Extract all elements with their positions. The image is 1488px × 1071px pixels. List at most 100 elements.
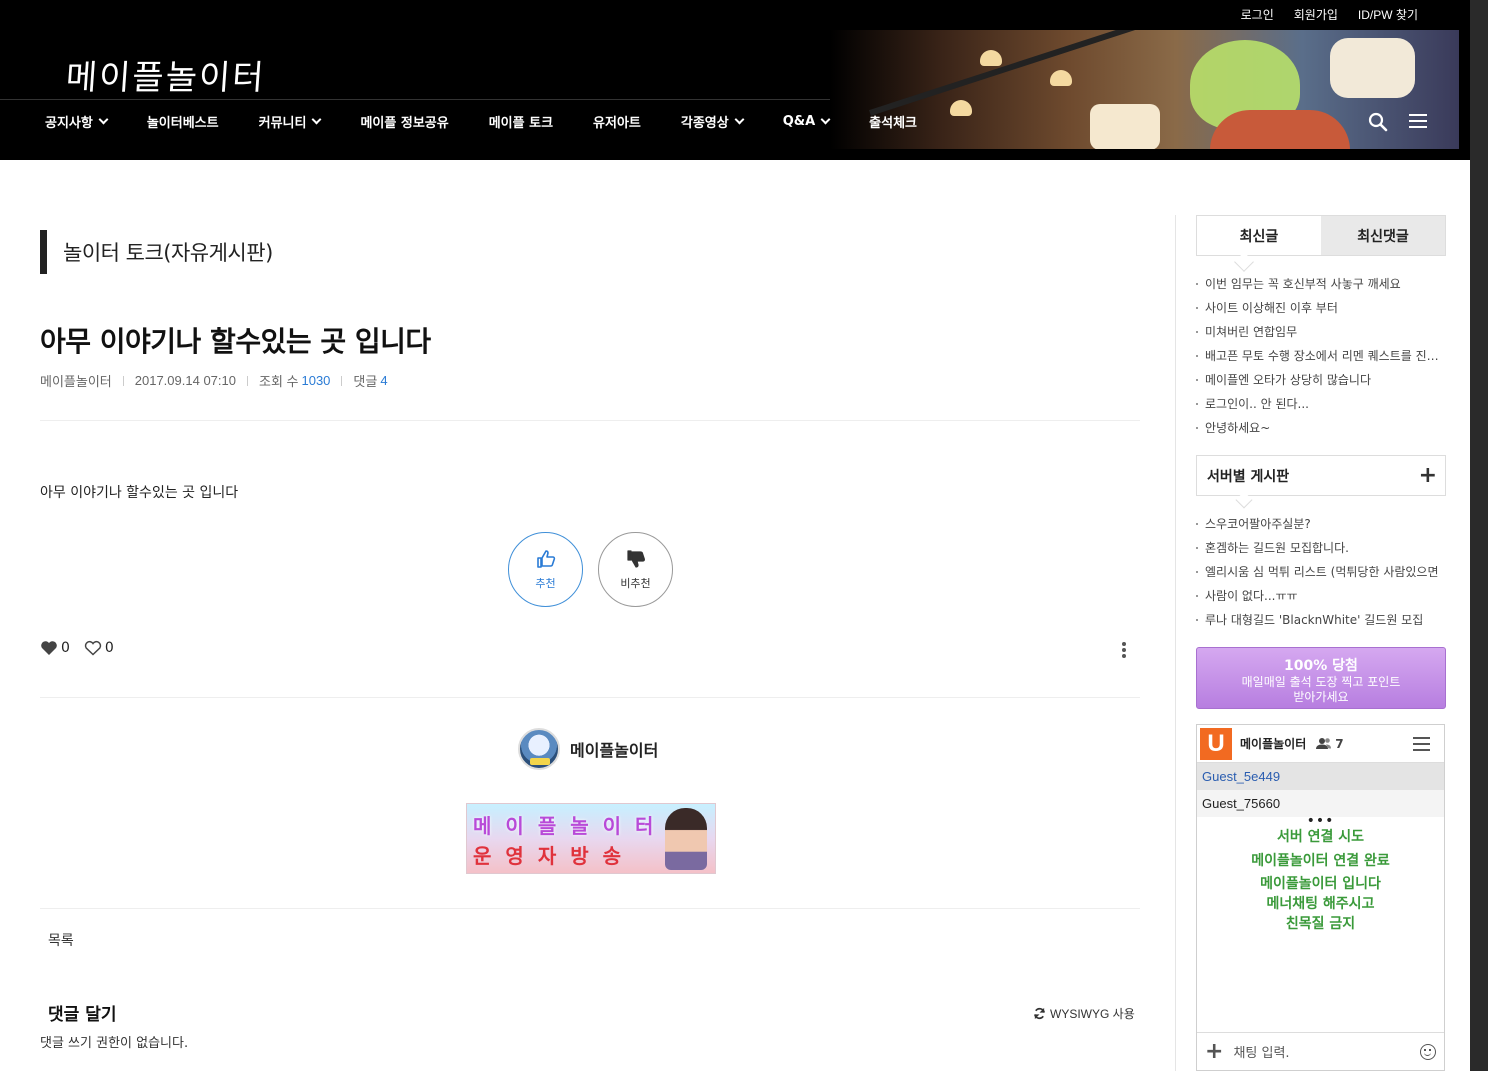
divider [40,420,1140,421]
chat-user-count[interactable]: 7 [1316,737,1344,751]
heart-filled-icon [41,641,57,655]
plus-icon[interactable]: + [1205,1040,1223,1063]
thumbs-up-icon [536,549,555,568]
comments-count[interactable]: 4 [380,373,387,388]
nav-notice[interactable]: 공지사항 [45,112,109,131]
banner-char: 플 [537,814,557,838]
server-board-title[interactable]: 서버별 게시판 [1207,466,1289,486]
login-link[interactable]: 로그인 [1241,6,1274,23]
board-heading: 놀이터 토크(자유게시판) [40,230,273,274]
wysiwyg-toggle[interactable]: WYSIWYG 사용 [1033,1005,1135,1022]
signup-link[interactable]: 회원가입 [1294,6,1338,23]
chat-messages: 서버 연결 시도 메이플놀이터 연결 완료 메이플놀이터 입니다 메너채팅 해주… [1197,827,1444,934]
chat-widget: U 메이플놀이터 7 Guest_5e449 Guest_75660 ••• 서… [1196,724,1445,1071]
downvote-label: 비추천 [620,576,651,590]
typing-dots-icon: ••• [1306,813,1335,829]
nav-videos[interactable]: 각종영상 [680,112,745,131]
author-name[interactable]: 메이플놀이터 [570,737,658,761]
list-item[interactable]: 이번 임무는 꼭 호신부적 사놓구 깨세요 [1196,272,1446,296]
chat-header: U 메이플놀이터 7 [1197,725,1444,763]
chat-input[interactable]: 채팅 입력. [1233,1042,1420,1061]
meta-separator [122,375,124,386]
banner-char: 이 [602,814,622,838]
nav-label: 유저아트 [593,116,641,131]
board-title[interactable]: 놀이터 토크(자유게시판) [63,237,273,267]
refresh-icon [1034,1007,1045,1020]
avatar[interactable] [518,728,560,770]
list-item[interactable]: 엘리시움 심 먹튀 리스트 (먹튀당한 사람있으면 [1196,560,1446,584]
emoji-icon[interactable] [1420,1043,1436,1060]
list-item[interactable]: 사이트 이상해진 이후 부터 [1196,296,1446,320]
wysiwyg-label: WYSIWYG 사용 [1050,1007,1135,1021]
nav-label: 출석체크 [869,116,918,131]
nav-qa[interactable]: Q&A [783,112,831,131]
hamburger-icon[interactable] [1409,114,1427,130]
heart-outline-icon [84,640,102,656]
banner-char: 놀 [570,814,589,838]
meta-separator [246,375,248,386]
chat-message: 메이플놀이터 입니다 [1260,876,1381,892]
tab-latest-posts[interactable]: 최신글 [1197,216,1321,255]
users-icon [1316,738,1332,749]
like-group[interactable]: 0 [40,640,70,656]
hamburger-icon[interactable] [1413,737,1430,755]
unlike-group[interactable]: 0 [84,640,114,656]
list-button[interactable]: 목록 [48,930,74,950]
chevron-down-icon [820,114,831,125]
banner-portrait [665,808,707,870]
tab-latest-comments[interactable]: 최신댓글 [1321,216,1445,255]
upvote-button[interactable]: 추천 [508,532,583,607]
list-item[interactable]: 스우코어팔아주실분? [1196,512,1446,536]
promo-headline: 100% 당첨 [1284,658,1358,674]
nav-divider [0,99,830,100]
banner-char: 방 [570,844,589,868]
nav-label: 메이플 정보공유 [360,116,449,131]
chat-message: 친목질 금지 [1285,916,1356,932]
plus-icon[interactable]: + [1419,464,1437,487]
comments-label: 댓글 [353,374,378,389]
banner-char: 운 [473,844,492,868]
banner-char: 송 [602,844,622,868]
nav-label: 커뮤니티 [258,116,307,131]
list-item[interactable]: 미쳐버린 연합임무 [1196,320,1446,344]
nav-best[interactable]: 놀이터베스트 [147,112,219,131]
search-icon[interactable] [1368,112,1388,132]
chat-user-item[interactable]: Guest_5e449 [1197,763,1444,790]
list-item[interactable]: 혼겜하는 길드원 모집합니다. [1196,536,1446,560]
nav-label: 각종영상 [680,116,729,131]
nav-community[interactable]: 커뮤니티 [258,112,322,131]
more-options-icon[interactable] [1120,642,1128,660]
window-scrollbar[interactable] [1470,0,1488,1071]
author-profile: 메이플놀이터 [518,728,658,770]
attendance-promo-banner[interactable]: 100% 당첨 매일매일 출석 도장 찍고 포인트 받아가세요 [1196,647,1446,709]
site-header: 로그인 회원가입 ID/PW 찾기 메이플놀이터 공지사항 놀이터베스트 커뮤니… [0,0,1470,160]
divider [40,697,1140,698]
main-nav: 공지사항 놀이터베스트 커뮤니티 메이플 정보공유 메이플 토크 유저아트 각종… [45,112,957,131]
list-item[interactable]: 배고픈 무토 수행 장소에서 리멘 퀘스트를 진행하고 있어요 [1196,344,1446,368]
nav-attendance[interactable]: 출석체크 [869,112,917,131]
nav-user-art[interactable]: 유저아트 [593,112,641,131]
nav-label: 메이플 토크 [488,116,554,131]
post-author[interactable]: 메이플놀이터 [40,371,112,390]
chat-message: 서버 연결 시도 [1276,829,1365,845]
nav-info-share[interactable]: 메이플 정보공유 [360,112,448,131]
list-item[interactable]: 루나 대형길드 'BlacknWhite' 길드원 모집 [1196,608,1446,632]
site-logo[interactable]: 메이플놀이터 [64,50,267,99]
list-item[interactable]: 메이플엔 오타가 상당히 많습니다 [1196,368,1446,392]
banner-line-2: 운 영 자 방 송 [473,840,621,869]
find-account-link[interactable]: ID/PW 찾기 [1358,6,1418,23]
header-banner-art [830,30,1459,149]
top-links: 로그인 회원가입 ID/PW 찾기 [1241,6,1418,23]
post-meta: 메이플놀이터 2017.09.14 07:10 조회 수 1030 댓글 4 [40,371,388,390]
latest-posts-list: 이번 임무는 꼭 호신부적 사놓구 깨세요 사이트 이상해진 이후 부터 미쳐버… [1196,272,1446,440]
chat-logo: U [1200,727,1232,760]
list-item[interactable]: 안녕하세요~ [1196,416,1446,440]
board-heading-bar [40,230,47,274]
list-item[interactable]: 사람이 없다...ㅠㅠ [1196,584,1446,608]
nav-maple-talk[interactable]: 메이플 토크 [489,112,553,131]
chat-message: 메너채팅 해주시고 [1266,896,1375,912]
downvote-button[interactable]: 비추천 [598,532,673,607]
views-count: 1030 [301,373,331,388]
divider [40,908,1140,909]
list-item[interactable]: 로그인이.. 안 된다... [1196,392,1446,416]
